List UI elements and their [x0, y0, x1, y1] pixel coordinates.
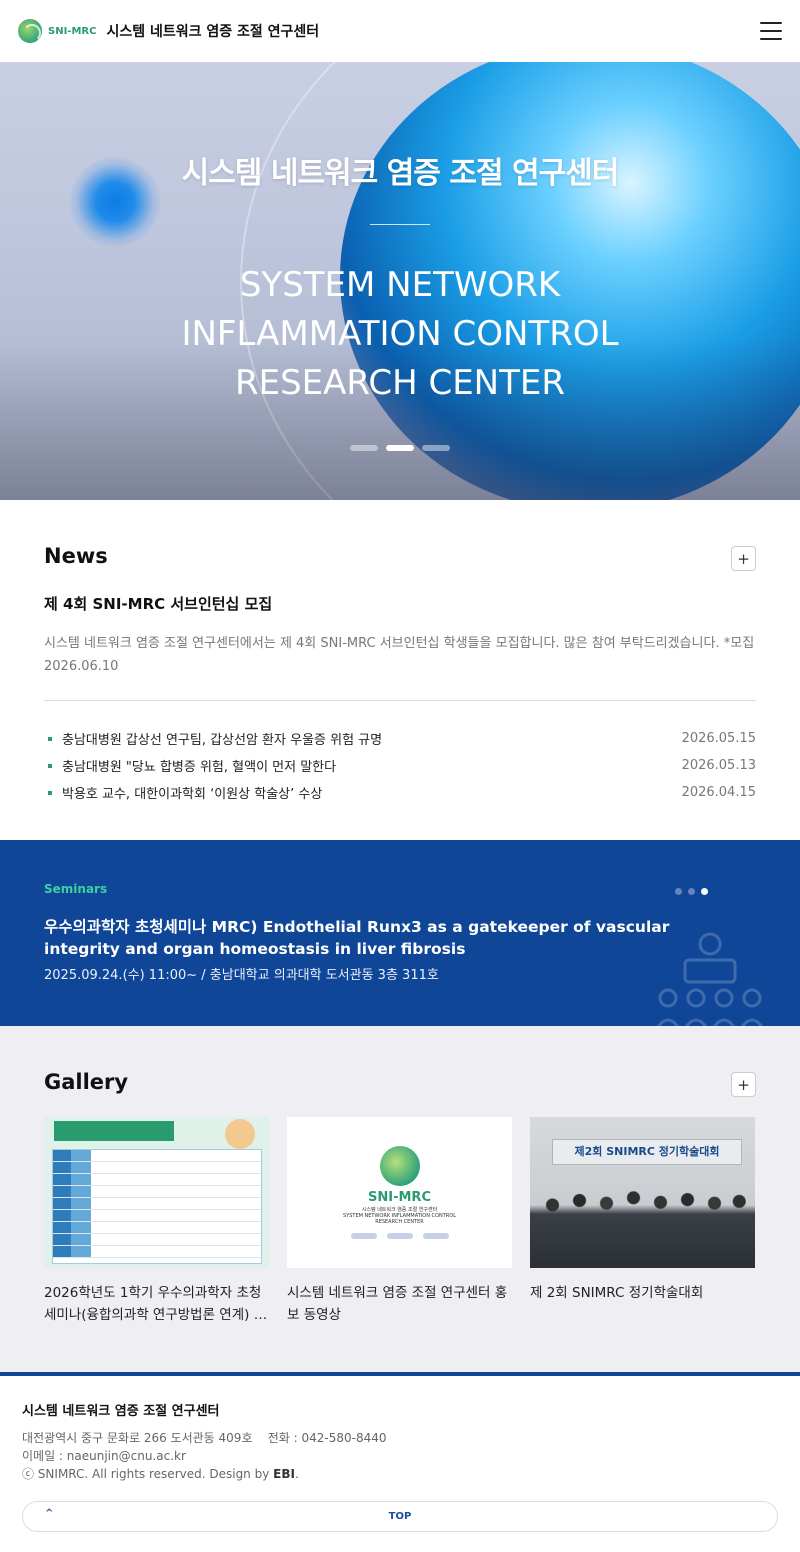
bullet-icon: [48, 790, 52, 795]
site-title: 시스템 네트워크 염증 조절 연구센터: [106, 24, 320, 40]
news-item-title[interactable]: 충남대병원 갑상선 연구팀, 갑상선암 환자 우울증 위험 규명: [62, 729, 382, 748]
hero-dot-2[interactable]: [386, 445, 414, 451]
footer-email: 이메일 : naeunjin@cnu.ac.kr: [22, 1449, 186, 1463]
hero-title-en: SYSTEM NETWORK INFLAMMATION CONTROL RESE…: [0, 261, 800, 408]
logo-icon: [379, 1146, 420, 1186]
gallery-section: Gallery + 2026학년도 1학기 우수의과학자 초청세미나(융합의과학…: [0, 1026, 800, 1372]
seminar-dot-1[interactable]: [675, 888, 682, 895]
gallery-card[interactable]: 제2회 SNIMRC 정기학술대회 제 2회 SNIMRC 정기학술대회: [530, 1117, 755, 1326]
top-label: TOP: [388, 1511, 412, 1522]
hero-text: 시스템 네트워크 염증 조절 연구센터 SYSTEM NETWORK INFLA…: [0, 62, 800, 408]
seminar-pagination: [675, 888, 708, 895]
gallery-caption[interactable]: 시스템 네트워크 염증 조절 연구센터 홍보 동영상: [287, 1282, 512, 1326]
gallery-card[interactable]: 2026학년도 1학기 우수의과학자 초청세미나(융합의과학 연구방법론 연계)…: [44, 1117, 269, 1326]
gallery-caption[interactable]: 제 2회 SNIMRC 정기학술대회: [530, 1282, 755, 1304]
news-featured-description: 시스템 네트워크 염증 조절 연구센터에서는 제 4회 SNI-MRC 서브인턴…: [44, 636, 755, 651]
hero-title-en-line3: RESEARCH CENTER: [234, 363, 565, 403]
gallery-thumbnail-photo[interactable]: 제2회 SNIMRC 정기학술대회: [530, 1117, 755, 1268]
logo-text: SNI-MRC: [48, 25, 97, 37]
footer-address: 대전광역시 중구 문화로 266 도서관동 409호: [22, 1431, 253, 1445]
seminar-dot-2[interactable]: [688, 888, 695, 895]
news-list-item[interactable]: 충남대병원 "당뇨 합병증 위험, 혈액이 먼저 말한다 2026.05.13: [44, 752, 756, 779]
presenter-icon: [656, 932, 764, 1026]
brand-link[interactable]: SNI-MRC 시스템 네트워크 염증 조절 연구센터: [18, 19, 319, 43]
site-footer: 시스템 네트워크 염증 조절 연구센터 대전광역시 중구 문화로 266 도서관…: [0, 1372, 800, 1552]
designer-link[interactable]: EBI: [273, 1467, 295, 1481]
divider: [44, 700, 756, 701]
news-item-title[interactable]: 박용호 교수, 대한이과학회 ‘이원상 학술상’ 수상: [62, 783, 322, 802]
bullet-icon: [48, 736, 52, 741]
footer-phone: 전화 : 042-580-8440: [267, 1431, 387, 1445]
seminar-section: Seminars 우수의과학자 초청세미나 MRC) Endothelial R…: [0, 840, 800, 1026]
site-header: SNI-MRC 시스템 네트워크 염증 조절 연구센터: [0, 0, 800, 62]
hero-dot-1[interactable]: [350, 445, 378, 451]
logo-icon: [18, 19, 42, 43]
chevron-up-icon: ^: [45, 1508, 54, 1519]
thumbnail-subtitle: 시스템 네트워크 염증 조절 연구센터 SYSTEM NETWORK INFLA…: [343, 1207, 456, 1225]
gallery-grid: 2026학년도 1학기 우수의과학자 초청세미나(융합의과학 연구방법론 연계)…: [44, 1117, 756, 1326]
hero-banner: 시스템 네트워크 염증 조절 연구센터 SYSTEM NETWORK INFLA…: [0, 62, 800, 500]
news-item-date: 2026.05.15: [681, 731, 756, 746]
news-list: 충남대병원 갑상선 연구팀, 갑상선암 환자 우울증 위험 규명 2026.05…: [44, 725, 756, 806]
footer-address-line: 대전광역시 중구 문화로 266 도서관동 409호 전화 : 042-580-…: [22, 1429, 778, 1447]
hero-pagination: [350, 445, 450, 451]
partner-logos: [350, 1233, 449, 1239]
gallery-caption[interactable]: 2026학년도 1학기 우수의과학자 초청세미나(융합의과학 연구방법론 연계)…: [44, 1282, 269, 1326]
seminar-dot-3[interactable]: [701, 888, 708, 895]
news-section: News + 제 4회 SNI-MRC 서브인턴십 모집 시스템 네트워크 염증…: [0, 500, 800, 840]
hero-title-en-line1: SYSTEM NETWORK: [239, 265, 561, 305]
hero-dot-3[interactable]: [422, 445, 450, 451]
news-featured-date: 2026.06.10: [44, 659, 119, 674]
hamburger-menu-icon[interactable]: [760, 22, 782, 40]
news-item-date: 2026.05.13: [681, 758, 756, 773]
news-item-date: 2026.04.15: [681, 785, 756, 800]
gallery-thumbnail-poster[interactable]: [44, 1117, 269, 1268]
hero-title-en-line2: INFLAMMATION CONTROL: [181, 314, 619, 354]
gallery-card[interactable]: SNI-MRC 시스템 네트워크 염증 조절 연구센터 SYSTEM NETWO…: [287, 1117, 512, 1326]
gallery-more-button[interactable]: +: [731, 1072, 756, 1097]
thumbnail-logo-text: SNI-MRC: [368, 1190, 431, 1205]
top-button[interactable]: ^ TOP: [22, 1501, 778, 1532]
footer-copyright: ⓒ SNIMRC. All rights reserved. Design by…: [22, 1467, 299, 1481]
news-item-title[interactable]: 충남대병원 "당뇨 합병증 위험, 혈액이 먼저 말한다: [62, 756, 336, 775]
gallery-title: Gallery: [44, 1069, 129, 1094]
news-list-item[interactable]: 충남대병원 갑상선 연구팀, 갑상선암 환자 우울증 위험 규명 2026.05…: [44, 725, 756, 752]
hero-divider: [370, 224, 430, 225]
thumbnail-board-text: 제2회 SNIMRC 정기학술대회: [552, 1139, 742, 1165]
news-featured-title[interactable]: 제 4회 SNI-MRC 서브인턴십 모집: [44, 593, 756, 614]
gallery-thumbnail-logo[interactable]: SNI-MRC 시스템 네트워크 염증 조절 연구센터 SYSTEM NETWO…: [287, 1117, 512, 1268]
news-list-item[interactable]: 박용호 교수, 대한이과학회 ‘이원상 학술상’ 수상 2026.04.15: [44, 779, 756, 806]
bullet-icon: [48, 763, 52, 768]
news-more-button[interactable]: +: [731, 546, 756, 571]
footer-title: 시스템 네트워크 염증 조절 연구센터: [22, 1404, 220, 1419]
seminar-title[interactable]: 우수의과학자 초청세미나 MRC) Endothelial Runx3 as a…: [44, 916, 734, 960]
news-title: News: [44, 543, 108, 568]
news-featured[interactable]: 제 4회 SNI-MRC 서브인턴십 모집 시스템 네트워크 염증 조절 연구센…: [44, 593, 756, 674]
hero-title-ko: 시스템 네트워크 염증 조절 연구센터: [181, 156, 620, 191]
seminar-label: Seminars: [44, 882, 108, 896]
